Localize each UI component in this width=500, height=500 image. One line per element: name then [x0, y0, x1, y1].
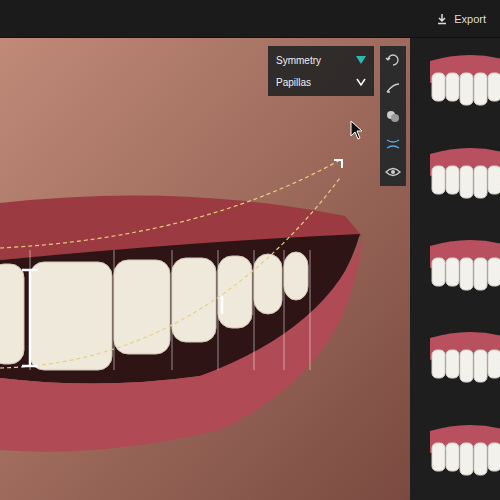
option-row[interactable]: Symmetry [268, 49, 374, 71]
teeth-model [430, 238, 500, 300]
variant-thumbnail[interactable] [430, 238, 500, 300]
smile-photo[interactable]: SymmetryPapillas [0, 38, 410, 500]
guide-tool[interactable] [383, 134, 403, 154]
variant-thumbnail[interactable] [430, 423, 500, 485]
variant-thumbnail[interactable] [430, 146, 500, 208]
eye-tool[interactable] [383, 162, 403, 182]
triangle-icon [356, 56, 366, 64]
smile-design-app: Export SymmetryPapillas [0, 0, 500, 500]
pen-tool[interactable] [383, 78, 403, 98]
pen-icon [385, 80, 401, 96]
options-panel: SymmetryPapillas [268, 46, 374, 96]
teeth-model [430, 146, 500, 208]
rotate-icon [385, 52, 401, 68]
circles-icon [385, 108, 401, 124]
cursor-icon [350, 120, 364, 140]
export-button[interactable]: Export [434, 9, 488, 29]
option-row[interactable]: Papillas [268, 71, 374, 93]
teeth-model [430, 423, 500, 485]
rotate-tool[interactable] [383, 50, 403, 70]
smile-image [0, 38, 410, 500]
eye-icon [385, 164, 401, 180]
circles-tool[interactable] [383, 106, 403, 126]
variant-thumbnail[interactable] [430, 330, 500, 392]
variant-thumbnail[interactable] [430, 53, 500, 115]
chevron-icon [356, 78, 366, 86]
variants-panel [410, 38, 500, 500]
top-bar: Export [0, 0, 500, 38]
teeth-model [430, 53, 500, 115]
tool-bar [380, 46, 406, 186]
download-icon [436, 13, 448, 25]
teeth-model [430, 330, 500, 392]
guide-icon [385, 136, 401, 152]
